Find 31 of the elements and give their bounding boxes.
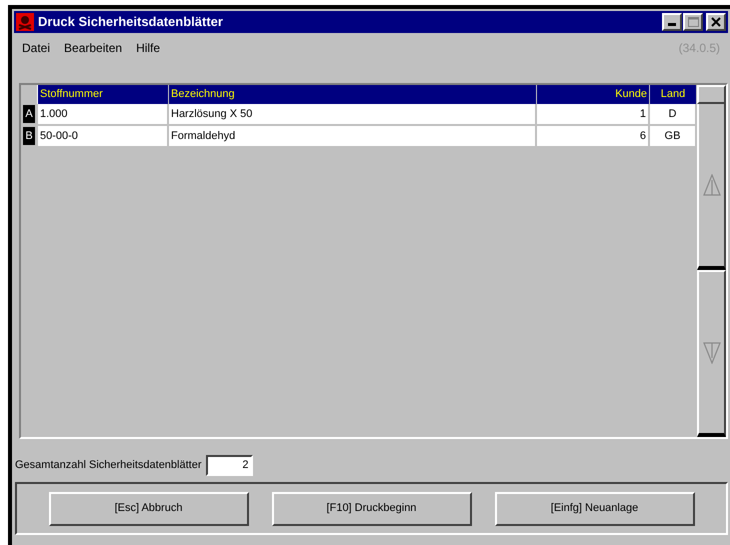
window-title: Druck Sicherheitsdatenblätter xyxy=(38,13,223,32)
up-arrow-icon xyxy=(702,174,720,196)
menu-item[interactable]: Hilfe xyxy=(136,39,160,57)
table-cell: Harzlösung X 50 xyxy=(169,104,537,124)
table-cell: 50-00-0 xyxy=(38,126,169,146)
table-cell: D xyxy=(650,104,697,124)
total-field[interactable]: 2 xyxy=(206,455,252,476)
action-button[interactable]: [Esc] Abbruch xyxy=(48,492,248,526)
menu-item[interactable]: Datei xyxy=(22,39,50,57)
row-marker[interactable]: B xyxy=(23,127,35,145)
down-arrow-icon xyxy=(702,342,720,364)
table-cell: Formaldehyd xyxy=(169,126,537,146)
menu-item[interactable]: Bearbeiten xyxy=(64,39,122,57)
minimize-button[interactable] xyxy=(662,13,682,31)
table-cell: 1 xyxy=(537,104,650,124)
row-marker[interactable]: A xyxy=(23,105,35,123)
table-cell: 6 xyxy=(537,126,650,146)
close-icon xyxy=(711,17,721,27)
scroll-up-button[interactable] xyxy=(697,104,726,270)
table-cell: GB xyxy=(650,126,697,146)
maximize-button[interactable] xyxy=(683,13,703,31)
total-label: Gesamtanzahl Sicherheitsdatenblätter xyxy=(15,458,202,474)
skull-icon xyxy=(16,13,34,31)
maximize-icon xyxy=(688,17,698,27)
table-cell: 1.000 xyxy=(38,104,169,124)
action-button[interactable]: [Einfg] Neuanlage xyxy=(494,492,694,526)
scrollbar-corner xyxy=(697,85,726,104)
close-button[interactable] xyxy=(706,13,726,31)
action-button[interactable]: [F10] Druckbeginn xyxy=(272,492,472,526)
minimize-icon xyxy=(668,23,676,26)
scroll-down-button[interactable] xyxy=(697,270,726,437)
